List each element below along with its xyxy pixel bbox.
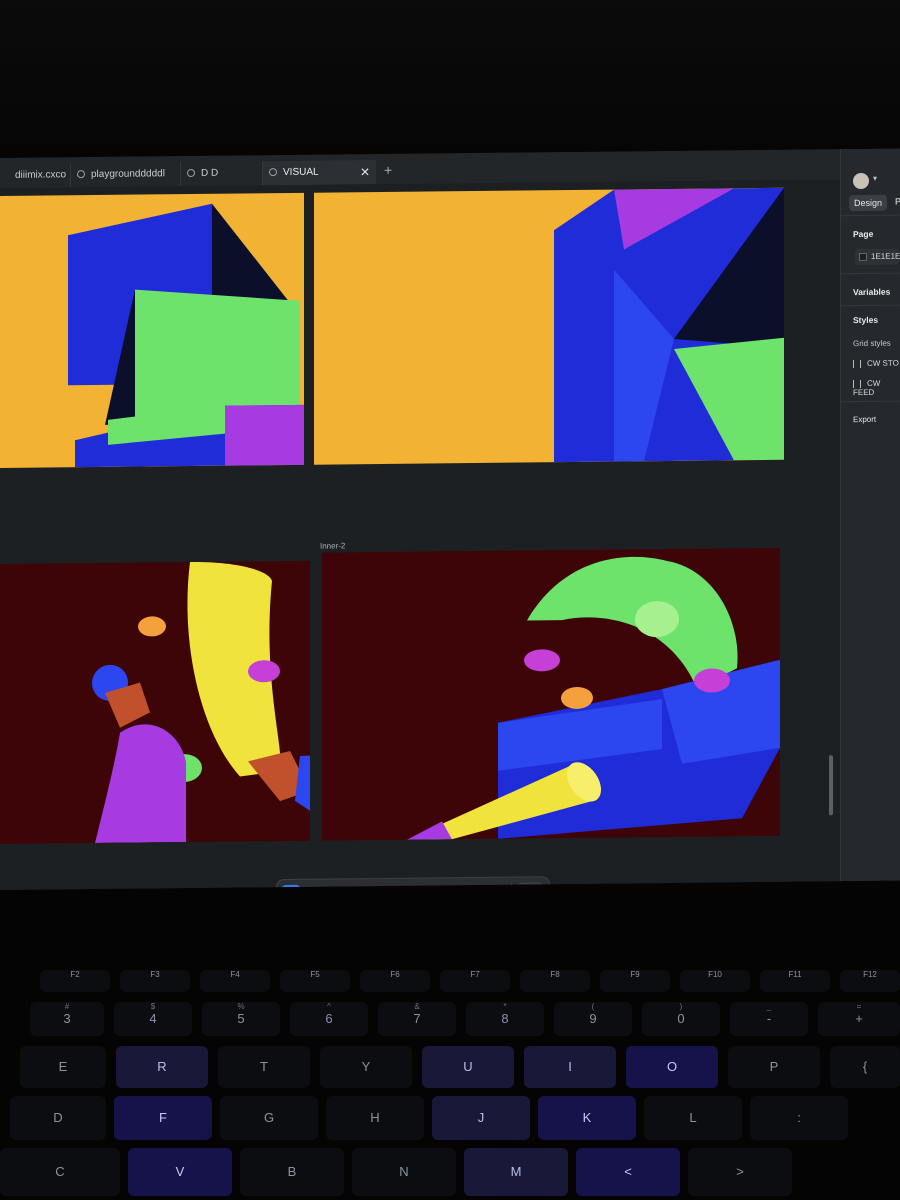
frame-top-left[interactable]: [0, 192, 304, 468]
key: F7: [440, 970, 510, 992]
screen: diiimix.cxco playgroundddddl D D VISUAL …: [0, 148, 900, 890]
key: O: [626, 1046, 718, 1088]
dev-mode-button[interactable]: </>: [517, 882, 543, 890]
tab-label: playgroundddddl: [91, 168, 165, 181]
frame-artwork: [68, 203, 304, 468]
bottom-toolbar: ▼ # ▼ □ ▼ ✒ ▼ T ◯ ▼ ✦ </>: [276, 876, 550, 890]
divider: [841, 400, 900, 403]
key: F5: [280, 970, 350, 992]
file-icon: [77, 170, 85, 179]
tab-1[interactable]: diiimix.cxco: [0, 163, 68, 189]
grid-style-label: CW STO: [867, 358, 899, 368]
key: F2: [40, 970, 110, 992]
key: = +: [818, 1002, 900, 1036]
keyboard: F2 F3 F4 F5 F6 F7 F8 F9 F10 F11 F12 #3 $…: [0, 890, 900, 1200]
key: F3: [120, 970, 190, 992]
key: I: [524, 1046, 616, 1088]
key: K: [538, 1096, 636, 1140]
tab-3[interactable]: D D: [180, 161, 260, 187]
frame-artwork: [92, 562, 310, 844]
key: ) 0: [642, 1002, 720, 1036]
key: N: [352, 1148, 456, 1196]
text-tool-button[interactable]: T: [419, 883, 439, 890]
divider: [841, 304, 900, 307]
page-color-field[interactable]: 1E1E1E: [855, 248, 900, 266]
avatar[interactable]: [853, 172, 869, 190]
frame-bottom-right[interactable]: [322, 547, 780, 841]
grid-style-item[interactable]: CW STO: [853, 359, 899, 368]
key: ^ 6: [290, 1002, 368, 1036]
tab-design[interactable]: Design: [849, 194, 888, 212]
key: F10: [680, 970, 750, 992]
tab-label: diiimix.cxco: [15, 169, 67, 181]
key: B: [240, 1148, 344, 1196]
key: M: [464, 1148, 568, 1196]
key: F: [114, 1096, 212, 1140]
actions-tool-button[interactable]: ✦: [481, 883, 501, 890]
key: T: [218, 1046, 310, 1088]
vertical-scrollbar[interactable]: [829, 755, 833, 816]
key: C: [0, 1148, 120, 1196]
key: {: [830, 1046, 900, 1088]
key: * 8: [466, 1002, 544, 1036]
key: Y: [320, 1046, 412, 1088]
new-tab-plus-icon[interactable]: +: [384, 162, 392, 178]
color-chip[interactable]: [859, 252, 867, 262]
key: F9: [600, 970, 670, 992]
key: R: [116, 1046, 208, 1088]
file-icon: [187, 168, 195, 178]
frame-label: Inner-2: [320, 541, 346, 551]
tab-playground[interactable]: playgroundddddl: [70, 162, 178, 188]
frame-top-right[interactable]: [314, 187, 784, 465]
key: G: [220, 1096, 318, 1140]
key: D: [10, 1096, 106, 1140]
file-icon: [269, 168, 277, 177]
divider: [841, 214, 900, 217]
tab-label: D D: [201, 167, 219, 179]
page-color-value[interactable]: 1E1E1E: [871, 252, 900, 261]
grid-icon: [853, 379, 861, 388]
frame-artwork: [554, 187, 784, 463]
close-icon[interactable]: ✕: [360, 160, 370, 184]
frame-artwork: [407, 556, 780, 840]
grid-styles-label: Grid styles: [853, 338, 891, 349]
grid-style-item[interactable]: CW FEED: [853, 379, 900, 397]
key: L: [644, 1096, 742, 1140]
laptop-bezel: [0, 0, 900, 160]
key: J: [432, 1096, 530, 1140]
divider: [841, 272, 900, 275]
tab-visual-active[interactable]: VISUAL ЕСЯIИIHOUSE ✕: [262, 160, 376, 202]
chevron-down-icon[interactable]: ▾: [873, 174, 877, 183]
styles-heading: Styles: [853, 314, 879, 326]
key: F8: [520, 970, 590, 992]
key: <: [576, 1148, 680, 1196]
key: :: [750, 1096, 848, 1140]
key: E: [20, 1046, 106, 1088]
page-heading: Page: [853, 228, 874, 240]
key: F12: [840, 970, 900, 992]
key: U: [422, 1046, 514, 1088]
export-section[interactable]: Export: [853, 415, 876, 424]
frame-bottom-left[interactable]: [0, 560, 310, 844]
key: P: [728, 1046, 820, 1088]
key: F11: [760, 970, 830, 992]
variables-heading[interactable]: Variables: [853, 287, 890, 297]
key: H: [326, 1096, 424, 1140]
key: #3: [30, 1002, 104, 1036]
key: _ -: [730, 1002, 808, 1036]
grid-icon: [853, 359, 861, 368]
key: V: [128, 1148, 232, 1196]
key: & 7: [378, 1002, 456, 1036]
canvas[interactable]: Inner-2: [0, 179, 840, 890]
key: % 5: [202, 1002, 280, 1036]
key: (9: [554, 1002, 632, 1036]
tab-prototype[interactable]: Pr: [895, 197, 900, 207]
properties-panel: ▾ Design Pr Page 1E1E1E Variables Styles…: [840, 148, 900, 882]
key: F4: [200, 970, 270, 992]
comment-tool-button[interactable]: ◯: [445, 883, 465, 890]
key: >: [688, 1148, 792, 1196]
key: $4: [114, 1002, 192, 1036]
key: F6: [360, 970, 430, 992]
